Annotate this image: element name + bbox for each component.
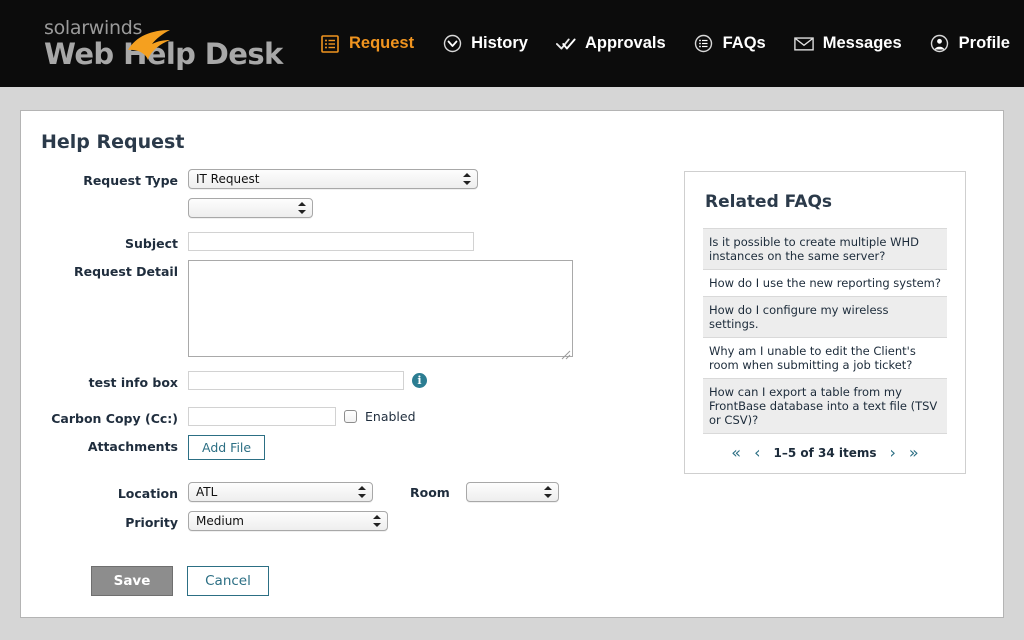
request-type-select[interactable]: IT Request [188, 169, 478, 189]
form-row-priority: Priority Medium [21, 511, 641, 531]
app-header: solarwinds Web Help Desk Request [0, 0, 1024, 87]
faq-pagination: « ‹ 1–5 of 34 items › » [685, 434, 965, 473]
info-circle-icon[interactable]: i [412, 373, 427, 388]
request-subtype-label [21, 198, 188, 202]
related-faqs-title: Related FAQs [685, 172, 965, 228]
form-row-request-type: Request Type IT Request [21, 169, 641, 189]
form-row-subject: Subject [21, 232, 641, 251]
attachments-label: Attachments [21, 435, 188, 454]
nav-item-history[interactable]: History [428, 28, 542, 60]
priority-selectbox[interactable]: Medium [188, 511, 388, 531]
add-file-button[interactable]: Add File [188, 435, 265, 460]
form-row-attachments: Attachments Add File [21, 435, 641, 460]
faq-list-item[interactable]: How do I configure my wireless settings. [703, 297, 947, 338]
nav-item-messages[interactable]: Messages [780, 28, 916, 60]
nav-item-profile[interactable]: Profile [916, 28, 1024, 60]
location-selectbox[interactable]: ATL [188, 482, 373, 502]
room-selectbox[interactable] [466, 482, 559, 502]
nav-label-faqs: FAQs [723, 34, 766, 53]
related-faqs-panel: Related FAQs Is it possible to create mu… [684, 171, 966, 474]
help-request-form: Request Type IT Request [21, 169, 641, 540]
related-faqs-list: Is it possible to create multiple WHD in… [703, 228, 947, 434]
test-info-box-input[interactable] [188, 371, 404, 390]
nav-label-messages: Messages [823, 34, 902, 53]
carbon-copy-label: Carbon Copy (Cc:) [21, 407, 188, 426]
form-row-carbon-copy: Carbon Copy (Cc:) Enabled [21, 407, 641, 426]
pagination-last-icon[interactable]: » [909, 445, 919, 461]
location-select[interactable]: ATL [188, 482, 373, 502]
request-type-selectbox[interactable]: IT Request [188, 169, 478, 189]
nav-label-approvals: Approvals [585, 34, 666, 53]
nav-label-profile: Profile [959, 34, 1010, 53]
page-title: Help Request [41, 131, 184, 153]
location-label: Location [21, 482, 188, 501]
request-subtype-selectbox[interactable] [188, 198, 313, 218]
faq-list-item[interactable]: How can I export a table from my FrontBa… [703, 379, 947, 434]
pagination-prev-icon[interactable]: ‹ [754, 445, 760, 461]
brand-logo[interactable]: solarwinds Web Help Desk [0, 18, 284, 70]
nav-item-approvals[interactable]: Approvals [542, 28, 680, 60]
double-check-icon [556, 34, 576, 54]
faq-list-item[interactable]: How do I use the new reporting system? [703, 270, 947, 297]
request-subtype-select[interactable] [188, 198, 313, 218]
nav-label-history: History [471, 34, 528, 53]
main-navigation: Request History Approvals [284, 28, 1024, 60]
envelope-icon [794, 34, 814, 54]
pagination-first-icon[interactable]: « [731, 445, 741, 461]
nav-item-request[interactable]: Request [306, 28, 428, 60]
faq-list-item[interactable]: Why am I unable to edit the Client's roo… [703, 338, 947, 379]
request-detail-textarea[interactable] [188, 260, 573, 357]
person-circle-icon [930, 34, 950, 54]
priority-select[interactable]: Medium [188, 511, 388, 531]
cancel-button[interactable]: Cancel [187, 566, 269, 596]
nav-item-faqs[interactable]: FAQs [680, 28, 780, 60]
form-row-request-detail: Request Detail [21, 260, 641, 362]
clock-chevron-circle-icon [442, 34, 462, 54]
subject-label: Subject [21, 232, 188, 251]
save-button[interactable]: Save [91, 566, 173, 596]
carbon-copy-enabled-label: Enabled [365, 409, 416, 424]
form-row-test-info-box: test info box i [21, 371, 641, 390]
test-info-box-label: test info box [21, 371, 188, 390]
room-select[interactable] [466, 482, 559, 502]
carbon-copy-input[interactable] [188, 407, 336, 426]
form-row-request-subtype [21, 198, 641, 218]
nav-label-request: Request [349, 34, 414, 53]
list-box-icon [320, 34, 340, 54]
priority-label: Priority [21, 511, 188, 530]
request-detail-label: Request Detail [21, 260, 188, 279]
faq-list-item[interactable]: Is it possible to create multiple WHD in… [703, 229, 947, 270]
content-card: Help Request Request Type IT Request [20, 110, 1004, 618]
request-detail-wrapper [188, 260, 573, 362]
form-row-location-room: Location ATL Room [21, 482, 641, 502]
pagination-next-icon[interactable]: › [890, 445, 896, 461]
room-label: Room [381, 485, 458, 500]
subject-input[interactable] [188, 232, 474, 251]
solarwinds-flame-icon [122, 28, 176, 62]
pagination-range-text: 1–5 of 34 items [773, 446, 876, 460]
form-actions: Save Cancel [91, 566, 269, 596]
list-circle-icon [694, 34, 714, 54]
request-type-label: Request Type [21, 169, 188, 188]
carbon-copy-enabled-checkbox[interactable] [344, 410, 357, 423]
